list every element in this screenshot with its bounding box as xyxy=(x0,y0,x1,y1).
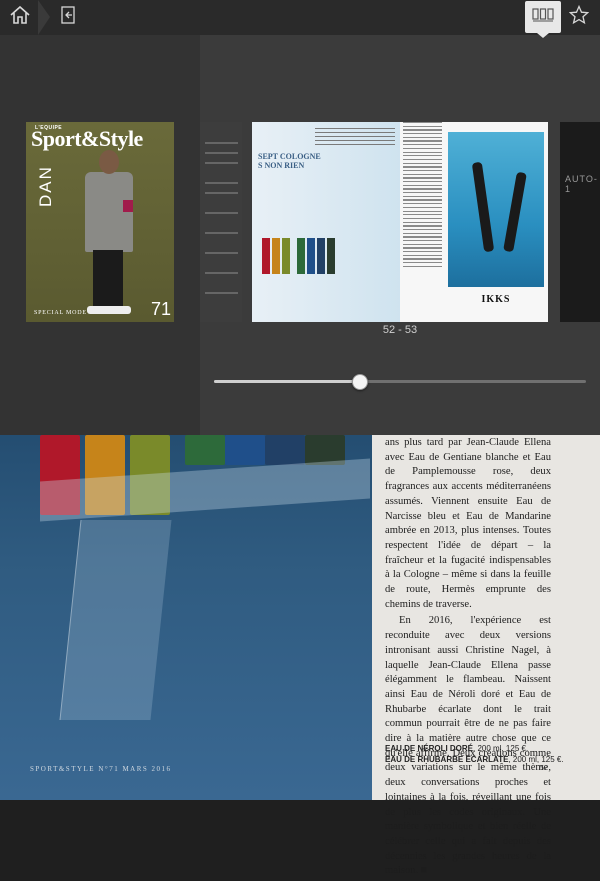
breadcrumb-separator xyxy=(38,0,50,35)
thumbnail-previous-spread[interactable] xyxy=(200,122,242,322)
underwater-photo xyxy=(448,132,544,287)
top-toolbar xyxy=(0,0,600,35)
bottle-green xyxy=(185,435,225,465)
acrylic-stand xyxy=(59,520,172,720)
cover-title: Sport&Style xyxy=(31,126,143,151)
page-grid-icon xyxy=(532,7,554,27)
cover-name: DAN xyxy=(36,165,55,207)
library-button[interactable] xyxy=(52,2,84,32)
article-paragraph: ans plus tard par Jean-Claude Ellena ave… xyxy=(385,437,551,610)
page-slider-track[interactable] xyxy=(214,380,586,383)
bookmark-star-icon xyxy=(568,4,590,30)
bottle-blue xyxy=(225,435,265,465)
brand-ad-label: IKKS xyxy=(481,294,511,305)
page-number: 52 xyxy=(540,765,548,772)
thumbnail-current-spread[interactable]: SEPT COLOGNE S NON RIEN IKKS xyxy=(252,122,548,322)
current-page-label: 52 - 53 xyxy=(382,324,418,336)
bookmark-button[interactable] xyxy=(563,2,595,32)
article-column: ans plus tard par Jean-Claude Ellena ave… xyxy=(385,436,551,881)
home-button[interactable] xyxy=(4,2,36,32)
thumbnail-cover[interactable]: L'EQUIPE Sport&Style DAN SPECIAL MODE 71 xyxy=(26,122,174,322)
next-spread-text: AUTO-1 xyxy=(565,174,598,194)
product-credit: EAU DE RHUBARBE ÉCARLATE, 200 ml, 125 €. xyxy=(385,755,564,764)
product-credit: EAU DE NÉROLI DORÉ, 200 ml, 125 €. xyxy=(385,744,529,753)
home-icon xyxy=(9,5,31,30)
cover-model xyxy=(81,150,136,315)
back-to-library-icon xyxy=(59,5,77,30)
spread-headline: SEPT COLOGNE S NON RIEN xyxy=(258,152,321,170)
cover-special: SPECIAL MODE xyxy=(34,310,87,316)
page-footer: SPORT&STYLE N°71 MARS 2016 xyxy=(30,765,172,773)
cover-issue-number: 71 xyxy=(151,299,172,319)
page-slider-fill xyxy=(214,380,360,383)
active-tab-pointer xyxy=(537,33,549,38)
spread-left-page: SEPT COLOGNE S NON RIEN xyxy=(252,122,400,322)
page-grid-button[interactable] xyxy=(525,1,561,33)
page-slider-thumb[interactable] xyxy=(352,374,369,390)
spread-right-page: IKKS xyxy=(400,122,548,322)
bottle-navy xyxy=(265,435,305,465)
thumbnail-next-spread[interactable]: AUTO-1 xyxy=(560,122,600,322)
